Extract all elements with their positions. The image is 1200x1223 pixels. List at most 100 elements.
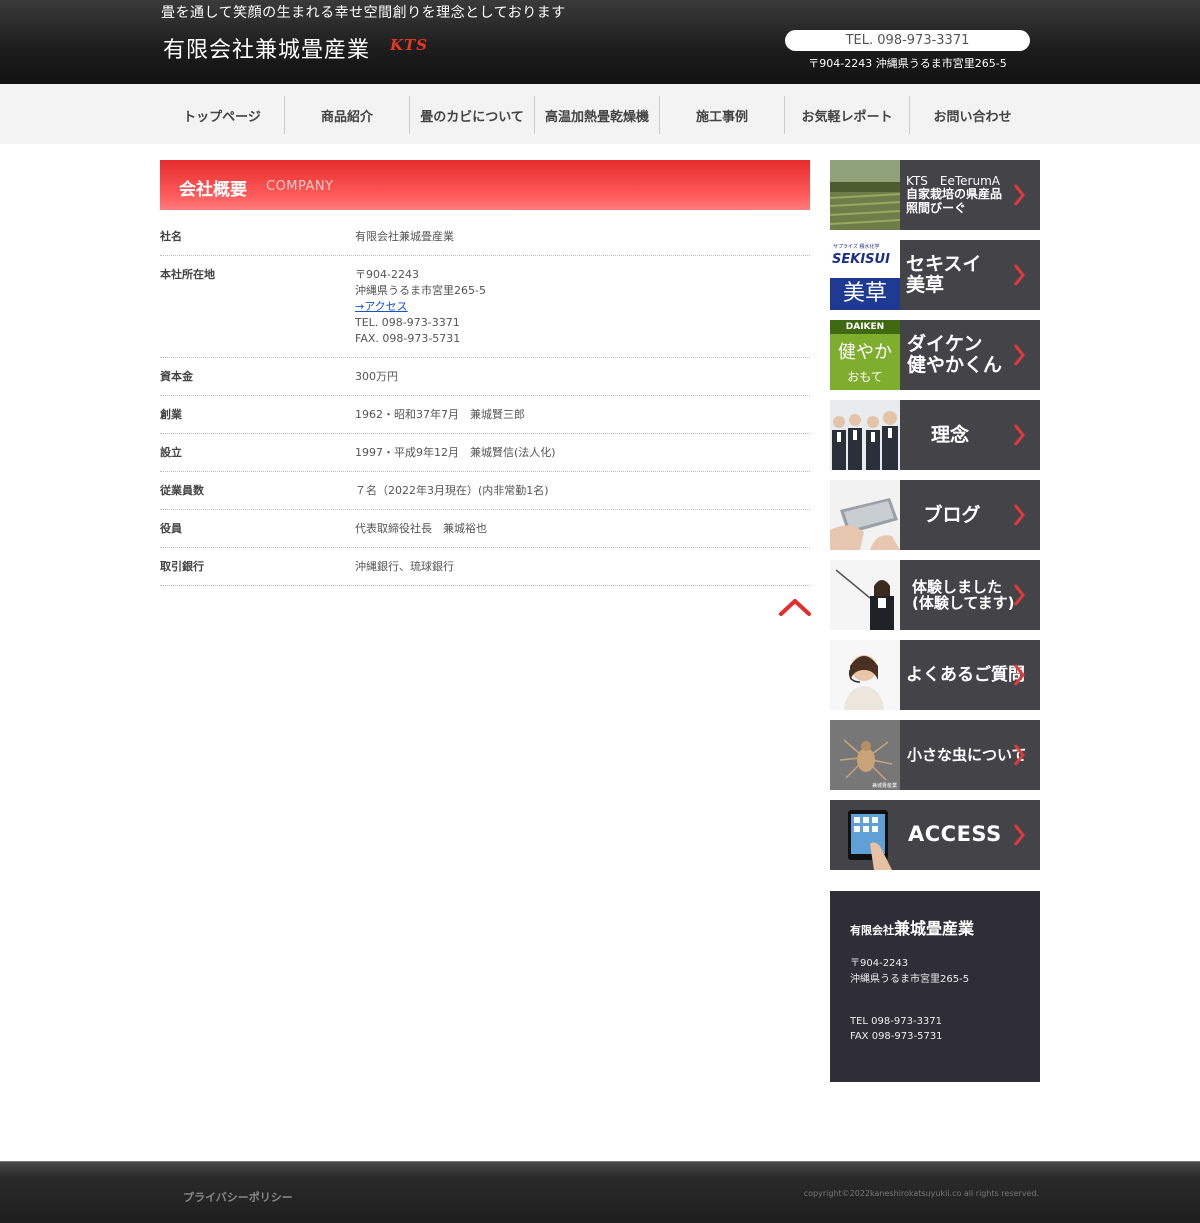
chevron-right-icon	[1013, 424, 1025, 446]
chevron-right-icon	[1013, 184, 1025, 206]
table-row: 設立 1997・平成9年12月 兼城賢信(法人化)	[160, 434, 810, 472]
row-label: 社名	[160, 230, 182, 243]
nav-item-dryer[interactable]: 高温加熱畳乾燥機	[535, 96, 660, 134]
row-value: 代表取締役社長 兼城裕也	[355, 521, 810, 537]
nav-item-top[interactable]: トップページ	[160, 96, 285, 134]
row-label: 設立	[160, 446, 182, 459]
laptop-typing-photo-icon	[830, 480, 900, 550]
access-link[interactable]: →アクセス	[355, 300, 408, 313]
row-value: ７名（2022年3月現在）(内非常勤1名)	[355, 483, 810, 499]
page-top-chevron-icon[interactable]	[778, 595, 812, 619]
chevron-right-icon	[1013, 584, 1025, 606]
banner-line: ダイケン	[907, 333, 983, 356]
company-contact-box: 有限会社兼城畳産業 〒904-2243 沖縄県うるま市宮里265-5 TEL 0…	[830, 891, 1040, 1082]
presenter-photo-icon	[830, 560, 900, 630]
banner-text: ダイケン 健やかくん	[907, 320, 1019, 390]
daiken-logo-thumb: DAIKEN 健やか おもて	[830, 320, 900, 390]
value-line: ７名（2022年3月現在）(内非常勤1名)	[355, 484, 549, 497]
company-name-main: 兼城畳産業	[894, 919, 975, 938]
company-address: 沖縄県うるま市宮里265-5	[850, 974, 970, 985]
chevron-right-icon	[1013, 664, 1025, 686]
banner-text: 理念	[900, 400, 1000, 470]
banner-line: 健やかくん	[907, 354, 1003, 376]
row-value: 1962・昭和37年7月 兼城賢三郎	[355, 407, 810, 423]
business-people-photo-icon	[830, 400, 900, 470]
section-title-bar: 会社概要 COMPANY	[160, 160, 810, 210]
banner-line: 美草	[906, 274, 945, 296]
table-row: 役員 代表取締役社長 兼城裕也	[160, 510, 810, 548]
value-line: 沖縄銀行、琉球銀行	[355, 560, 454, 573]
support-operator-photo-icon	[830, 640, 900, 710]
thumb-text: 健やか	[838, 342, 892, 363]
chevron-right-icon	[1013, 504, 1025, 526]
banner-faq[interactable]: よくあるご質問	[830, 640, 1040, 710]
header-tel[interactable]: TEL. 098-973-3371	[785, 30, 1030, 51]
nav-item-mold[interactable]: 畳のカビについて	[410, 96, 535, 134]
table-row: 従業員数 ７名（2022年3月現在）(内非常勤1名)	[160, 472, 810, 510]
banner-access[interactable]: ACCESS	[830, 800, 1040, 870]
bug-icon	[830, 720, 900, 790]
row-value: 300万円	[355, 369, 810, 385]
banner-text: 小さな虫について	[907, 720, 1027, 790]
company-name-prefix: 有限会社	[850, 924, 894, 937]
value-line: FAX. 098-973-5731	[355, 332, 461, 345]
table-row: 創業 1962・昭和37年7月 兼城賢三郎	[160, 396, 810, 434]
banner-line: 理念	[930, 423, 969, 446]
chevron-right-icon	[1013, 264, 1025, 286]
banner-experience[interactable]: 体験しました (体験してます)	[830, 560, 1040, 630]
row-label: 取引銀行	[160, 560, 204, 573]
banner-line: ブログ	[923, 503, 981, 526]
value-line: 〒904-2243	[355, 268, 419, 281]
thumb-text: DAIKEN	[830, 320, 900, 334]
table-row: 取引銀行 沖縄銀行、琉球銀行	[160, 548, 810, 586]
banner-daiken[interactable]: DAIKEN 健やか おもて ダイケン 健やかくん	[830, 320, 1040, 390]
banner-line: 照間びーぐ	[906, 200, 967, 215]
row-label: 資本金	[160, 370, 193, 383]
value-line: 有限会社兼城畳産業	[355, 230, 454, 243]
nav-item-products[interactable]: 商品紹介	[285, 96, 410, 134]
banner-line: 小さな虫について	[907, 745, 1027, 764]
bug-photo-thumb: 兼城畳産業	[830, 720, 900, 790]
banner-line: 体験しました	[912, 577, 1003, 596]
tablet-photo-icon	[830, 800, 900, 870]
banner-text: よくあるご質問	[906, 640, 1026, 710]
thumb-tiny-text: 兼城畳産業	[871, 783, 897, 789]
banner-eeteruma[interactable]: KTS EeTerumA 自家栽培の県産品 照間びーぐ	[830, 160, 1040, 230]
nav-item-report[interactable]: お気軽レポート	[785, 96, 910, 134]
site-header: 畳を通して笑顔の生まれる幸せ空間創りを理念としております 有限会社兼城畳産業 K…	[0, 0, 1200, 84]
company-tel: TEL 098-973-3371	[850, 1016, 943, 1027]
thumb-text: 美草	[830, 278, 900, 310]
banner-text: KTS EeTerumA 自家栽培の県産品 照間びーぐ	[906, 160, 1018, 230]
banner-philosophy[interactable]: 理念	[830, 400, 1040, 470]
kts-logo-mark: KTS	[390, 36, 429, 54]
company-name: 有限会社兼城畳産業	[850, 915, 974, 939]
global-nav: トップページ 商品紹介 畳のカビについて 高温加熱畳乾燥機 施工事例 お気軽レポ…	[0, 84, 1200, 144]
site-tagline: 畳を通して笑顔の生まれる幸せ空間創りを理念としております	[161, 5, 566, 21]
banner-text: ブログ	[900, 480, 1004, 550]
banner-line: (体験してます)	[912, 594, 1015, 612]
privacy-policy-link[interactable]: プライバシーポリシー	[183, 1189, 293, 1205]
banner-line: よくあるご質問	[906, 664, 1025, 685]
nav-item-contact[interactable]: お問い合わせ	[910, 96, 1035, 134]
banner-small-bugs[interactable]: 兼城畳産業 小さな虫について	[830, 720, 1040, 790]
chevron-right-icon	[1013, 744, 1025, 766]
header-address: 〒904-2243 沖縄県うるま市宮里265-5	[808, 57, 1007, 70]
row-label: 本社所在地	[160, 268, 215, 281]
table-row: 資本金 300万円	[160, 358, 810, 396]
banner-sekisui-bisou[interactable]: サプライズ 積水化学 SEKISUI 美草 セキスイ 美草	[830, 240, 1040, 310]
value-line: 300万円	[355, 370, 398, 383]
copyright: copyright©2022kaneshirokatsuyukii.co all…	[803, 1189, 1039, 1198]
row-value: 沖縄銀行、琉球銀行	[355, 559, 810, 575]
banner-line: ACCESS	[908, 822, 1002, 847]
company-postal: 〒904-2243	[850, 958, 909, 969]
banner-blog[interactable]: ブログ	[830, 480, 1040, 550]
field-photo-icon	[830, 160, 900, 230]
company-info-table: 社名 有限会社兼城畳産業 本社所在地 〒904-2243 沖縄県うるま市宮里26…	[160, 218, 810, 586]
value-line: 1997・平成9年12月 兼城賢信(法人化)	[355, 446, 556, 459]
site-logo[interactable]: 有限会社兼城畳産業	[163, 32, 370, 64]
chevron-right-icon	[1013, 824, 1025, 846]
nav-item-works[interactable]: 施工事例	[660, 96, 785, 134]
value-line: TEL. 098-973-3371	[355, 316, 460, 329]
section-title: 会社概要	[179, 180, 247, 200]
row-label: 従業員数	[160, 484, 204, 497]
